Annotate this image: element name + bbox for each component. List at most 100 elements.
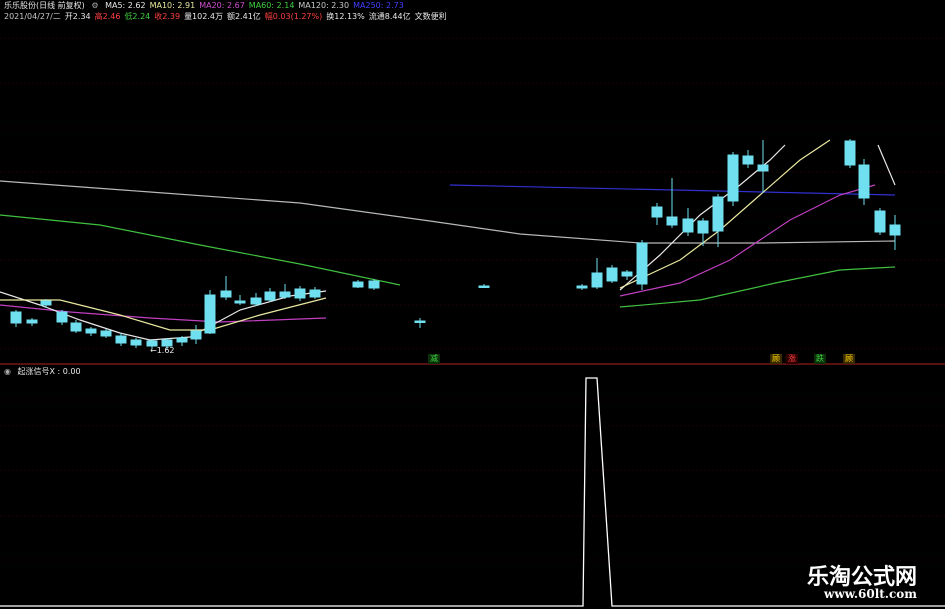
candle-body [40,300,52,306]
quote-item-6: 额2.41亿 [226,12,261,21]
candle-body [712,196,724,232]
candle-body [697,220,709,234]
signal-label-5: 顾 [843,354,855,364]
candle-bearish [697,218,709,246]
candle-bearish [100,329,112,338]
ma-item-3: MA60: 2.14 [248,1,295,10]
candle-body [352,281,364,288]
candlestick-series[interactable] [10,139,901,350]
candle-bearish [26,318,38,326]
candle-bearish [204,290,216,334]
signal-label-3: 涨 [786,354,798,364]
candle-body [621,271,633,277]
signal-label-2: 顾 [770,354,782,364]
candle-body [682,218,694,233]
candle-body [220,290,232,298]
ma60-line [0,214,401,286]
candle-bearish [130,338,142,348]
candle-bearish [176,336,188,346]
candle-bearish [621,270,633,280]
quote-item-10: 文数便利 [414,12,447,21]
candle-bearish [712,194,724,247]
candle-body [591,272,603,288]
candle-bearish [666,178,678,228]
quote-item-4: 收2.39 [154,12,181,21]
candle-body [250,297,262,305]
quote-item-0: 2021/04/27/二 [4,12,61,21]
grid-lines [0,37,945,561]
candle-bearish [414,318,426,328]
ma20-line-right [619,184,876,297]
header-row-2: 2021/04/27/二 开2.34 高2.46 低2.24 收2.39 量102.4万额… [4,11,455,22]
candle-body [279,291,291,298]
candle-body [606,267,618,282]
candle-bearish [115,333,127,346]
quote-item-2: 高2.46 [94,12,121,21]
indicator-label[interactable]: 起涨信号X : 0.00 [18,367,81,376]
quote-item-5: 量102.4万 [184,12,223,21]
quote-item-1: 开2.34 [64,12,91,21]
candle-bearish [636,240,648,290]
candle-bearish [10,310,22,327]
candle-body [70,322,82,332]
quote-readout: 2021/04/27/二 开2.34 高2.46 低2.24 收2.39 量102.4万额… [4,12,451,21]
candle-body [889,224,901,236]
candle-body [478,285,490,288]
candle-bearish [478,284,490,288]
candle-body [294,288,306,299]
candle-bearish [294,286,306,301]
candle-body [636,242,648,285]
candle-body [10,311,22,324]
stock-name[interactable]: 乐乐股份(日线 前复权) [4,1,85,10]
candle-bearish [234,295,246,305]
candle-body [176,337,188,343]
ma-legend: MA5: 2.62 MA10: 2.91 MA20: 2.67 MA60: 2.14 M… [105,1,408,10]
candle-body [204,294,216,334]
indicator-header: ◉ 起涨信号X : 0.00 [4,366,85,377]
candle-body [844,140,856,166]
candle-bearish [70,320,82,333]
candle-bearish [874,208,886,235]
indicator-pane [0,377,945,607]
candle-body [757,164,769,172]
signal-label-4: 跌 [814,354,826,364]
quote-item-3: 低2.24 [124,12,151,21]
candle-bearish [742,150,754,168]
candle-bearish [682,208,694,236]
candle-body [130,339,142,346]
candle-body [26,319,38,324]
ma20-line [0,304,327,323]
candle-bearish [844,139,856,168]
candle-body [56,311,68,323]
candle-body [858,164,870,199]
indicator-icon[interactable]: ◉ [4,367,11,376]
candle-bearish [591,258,603,289]
candle-body [309,289,321,298]
candle-body [190,330,202,340]
candle-bearish [56,310,68,325]
candle-bearish [889,215,901,250]
candle-bearish [651,203,663,225]
candle-bearish [576,284,588,290]
candle-body [576,285,588,289]
indicator-line [0,377,945,607]
candle-body [874,210,886,233]
ma-item-1: MA10: 2.91 [149,1,196,10]
ma-item-0: MA5: 2.62 [105,1,146,10]
candle-bearish [264,288,276,302]
header-row-1: 乐乐股份(日线 前复权) ⚙ MA5: 2.62 MA10: 2.91 MA20: … [4,0,412,11]
quote-item-9: 流通8.44亿 [368,12,411,21]
candle-body [651,206,663,218]
candle-bearish [309,287,321,299]
chart-canvas[interactable] [0,0,945,609]
watermark-url: www.60lt.com [824,587,917,601]
candle-bearish [85,327,97,336]
ma5-line [0,290,327,341]
ma-item-2: MA20: 2.67 [199,1,245,10]
candle-bearish [220,276,232,300]
gear-icon[interactable]: ⚙ [91,1,98,10]
ma-item-5: MA250: 2.73 [353,1,404,10]
candle-bearish [368,279,380,290]
ma5-line-tail [877,144,896,186]
price-annotation: ←1.62 [150,346,175,355]
